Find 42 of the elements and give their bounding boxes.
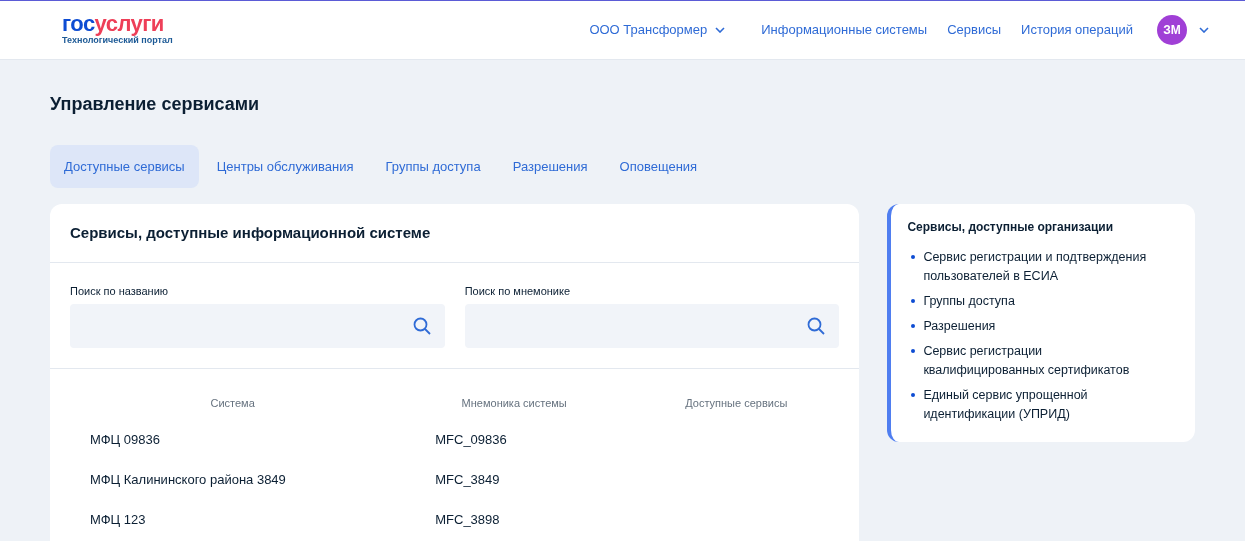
organization-dropdown[interactable]: ООО Трансформер: [589, 20, 726, 40]
table-cell: МФЦ 123: [90, 511, 146, 527]
column-header: Мнемоника системы: [461, 397, 567, 409]
search-icon[interactable]: [807, 317, 826, 335]
logo-subtitle: Технологический портал: [62, 35, 173, 46]
chevron-down-icon[interactable]: [1199, 27, 1209, 33]
column-header: Доступные сервисы: [685, 397, 788, 409]
list-item: Единый сервис упрощенной идентификации (УПРИД): [923, 387, 1089, 423]
info-title: Сервисы, доступные организации: [907, 219, 1115, 236]
tab[interactable]: Группы доступа: [371, 145, 495, 188]
list-item: Группы доступа: [923, 293, 1015, 310]
table-cell: МФЦ Калининского района 3849: [90, 471, 286, 487]
tab[interactable]: Оповещения: [605, 145, 712, 188]
page-title: Управление сервисами: [50, 93, 261, 116]
field-label: Поиск по названию: [70, 283, 170, 299]
card-title: Сервисы, доступные информационной системе: [50, 204, 860, 263]
search-icon[interactable]: [412, 317, 431, 335]
bullet-icon: [911, 393, 916, 397]
table-cell: MFC_09836: [435, 431, 507, 447]
column-header: Система: [210, 397, 255, 409]
table-cell: МФЦ 09836: [90, 431, 160, 447]
user-avatar[interactable]: ЗМ: [1157, 15, 1187, 45]
tab[interactable]: Центры обслуживания: [202, 145, 368, 188]
table-cell: MFC_3898: [435, 511, 500, 527]
nav-link[interactable]: Информационные системы: [761, 20, 928, 40]
list-item: Сервис регистрации квалифицированных сертификатов: [923, 343, 1131, 379]
table-cell: MFC_3849: [435, 471, 500, 487]
chevron-down-icon[interactable]: [715, 27, 726, 33]
bullet-icon: [911, 299, 916, 303]
search-field[interactable]: [464, 304, 840, 348]
list-item: Разрешения: [923, 318, 996, 335]
search-field[interactable]: [70, 304, 445, 348]
tab[interactable]: Доступные сервисы: [50, 145, 199, 188]
nav-link[interactable]: Сервисы: [947, 20, 1002, 40]
nav-link[interactable]: История операций: [1021, 20, 1133, 40]
bullet-icon: [911, 324, 916, 328]
bullet-icon: [911, 255, 916, 259]
field-label: Поиск по мнемонике: [464, 283, 572, 299]
list-item: Сервис регистрации и подтверждения пользователей в ЕСИА: [923, 249, 1148, 285]
bullet-icon: [911, 349, 916, 353]
tab[interactable]: Разрешения: [498, 145, 602, 188]
logo-wordmark[interactable]: госуслуги: [62, 14, 173, 34]
